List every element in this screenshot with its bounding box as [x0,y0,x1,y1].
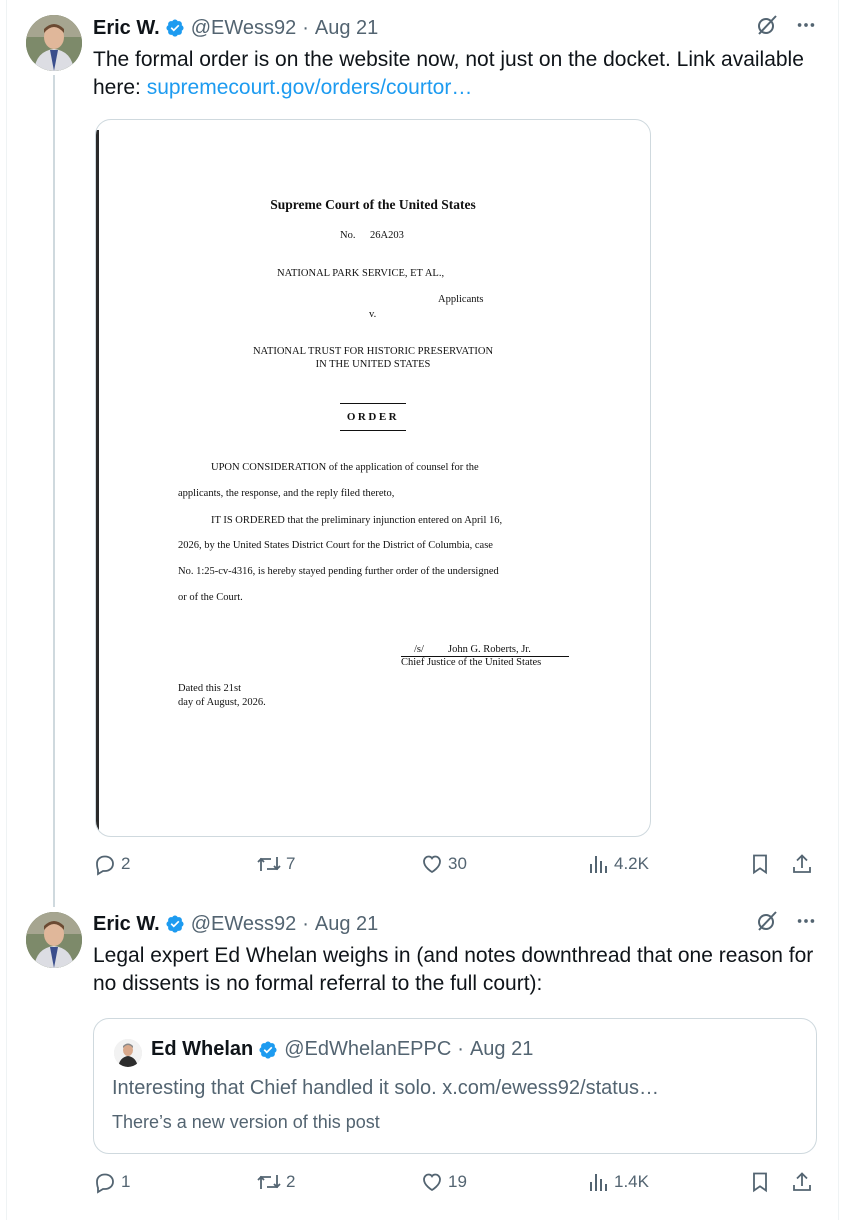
views-button[interactable]: 4.2K [586,852,649,876]
doc-order-title: ORDER [346,411,400,423]
tweet-text: The formal order is on the website now, … [93,46,817,102]
views-button[interactable]: 1.4K [586,1170,649,1194]
new-version-notice[interactable]: There’s a new version of this post [112,1112,380,1133]
tweet-actions: 2 7 30 4.2K [0,852,841,882]
like-icon [423,855,441,874]
post-date[interactable]: Aug 21 [315,17,378,40]
like-button[interactable]: 30 [420,852,467,876]
quote-date[interactable]: Aug 21 [470,1038,533,1061]
separator-dot: · [302,16,309,39]
grok-icon[interactable] [755,909,779,939]
views-icon [590,1174,607,1191]
doc-dated-line1: Dated this 21st [178,683,241,694]
views-count: 1.4K [614,1172,649,1191]
repost-icon [257,857,281,871]
tweet-2[interactable]: Eric W. @EWess92 · Aug 21 Legal expert E… [0,908,841,1208]
more-icon[interactable] [795,14,817,42]
more-icon[interactable] [795,910,817,938]
like-count: 19 [448,1172,467,1191]
quote-author-handle[interactable]: @EdWhelanEPPC [284,1038,451,1061]
tweet-header: Eric W. @EWess92 · Aug 21 [93,12,817,44]
tweet-actions: 1 2 19 1.4K [0,1170,841,1200]
doc-court-title: Supreme Court of the United States [270,197,476,212]
doc-para2-line2: 2026, by the United States District Cour… [178,540,493,551]
order-document: Supreme Court of the United States No. 2… [96,120,650,836]
tweet-text: Legal expert Ed Whelan weighs in (and no… [93,944,814,995]
reply-icon [96,1173,114,1194]
quote-author-name[interactable]: Ed Whelan [151,1038,253,1061]
reply-icon [96,855,114,876]
avatar[interactable] [26,912,82,968]
repost-icon [257,1175,281,1189]
author-name[interactable]: Eric W. [93,913,160,936]
doc-versus: v. [369,309,377,320]
avatar[interactable] [26,15,82,71]
reply-count: 1 [121,1172,131,1191]
doc-respondent-1: NATIONAL TRUST FOR HISTORIC PRESERVATION [252,346,494,357]
tweet-1[interactable]: Eric W. @EWess92 · Aug 21 The formal ord… [0,12,841,892]
doc-order-rule-bottom [340,430,406,431]
verified-badge-icon [258,1040,278,1060]
quote-text: Interesting that Chief handled it solo. … [112,1077,659,1099]
doc-applicants-label: Applicants [438,294,484,305]
reply-button[interactable]: 1 [93,1170,130,1194]
doc-para2-line4: or of the Court. [178,592,243,603]
author-handle[interactable]: @EWess92 [191,913,297,936]
bookmark-button[interactable] [748,852,772,876]
doc-applicant: NATIONAL PARK SERVICE, ET AL., [277,268,445,279]
share-icon [793,1172,811,1191]
doc-para1-line1: UPON CONSIDERATION of the application of… [211,462,479,473]
grok-icon[interactable] [755,13,779,43]
tweet-header: Eric W. @EWess92 · Aug 21 [93,908,817,940]
order-document-image[interactable]: Supreme Court of the United States No. 2… [95,119,651,837]
like-button[interactable]: 19 [420,1170,467,1194]
tweet-link[interactable]: supremecourt.gov/orders/courtor… [147,76,473,99]
share-button[interactable] [790,1170,814,1194]
author-name[interactable]: Eric W. [93,17,160,40]
repost-count: 7 [286,854,296,873]
doc-respondent-2: IN THE UNITED STATES [315,359,431,370]
quoted-post[interactable]: Ed Whelan @EdWhelanEPPC · Aug 21 Interes… [93,1018,817,1154]
doc-signer-title: Chief Justice of the United States [401,657,542,668]
bookmark-icon [753,1172,767,1193]
doc-signature-mark: /s/ [414,644,424,655]
like-icon [423,1173,441,1192]
post-date[interactable]: Aug 21 [315,913,378,936]
doc-para2-line1: IT IS ORDERED that the preliminary injun… [211,515,503,526]
repost-button[interactable]: 7 [256,852,295,876]
bookmark-icon [753,854,767,875]
verified-badge-icon [165,914,185,934]
share-icon [793,854,811,873]
share-button[interactable] [790,852,814,876]
quote-avatar[interactable] [114,1039,142,1067]
quote-header: Ed Whelan @EdWhelanEPPC · Aug 21 [151,1038,533,1061]
doc-order-rule-top [340,403,406,404]
quote-separator-dot: · [457,1038,464,1060]
verified-badge-icon [165,18,185,38]
doc-docket-number: 26A203 [370,230,404,241]
doc-docket-label: No. [340,230,356,241]
like-count: 30 [448,854,467,873]
bookmark-button[interactable] [748,1170,772,1194]
repost-button[interactable]: 2 [256,1170,295,1194]
doc-para1-line2: applicants, the response, and the reply … [178,488,395,499]
views-count: 4.2K [614,854,649,873]
views-icon [590,856,607,873]
doc-para2-line3: No. 1:25-cv-4316, is hereby stayed pendi… [178,566,499,577]
reply-count: 2 [121,854,131,873]
separator-dot: · [302,912,309,935]
doc-dated-line2: day of August, 2026. [178,697,266,708]
doc-signer-name: John G. Roberts, Jr. [448,644,531,655]
repost-count: 2 [286,1172,296,1191]
reply-button[interactable]: 2 [93,852,130,876]
author-handle[interactable]: @EWess92 [191,17,297,40]
